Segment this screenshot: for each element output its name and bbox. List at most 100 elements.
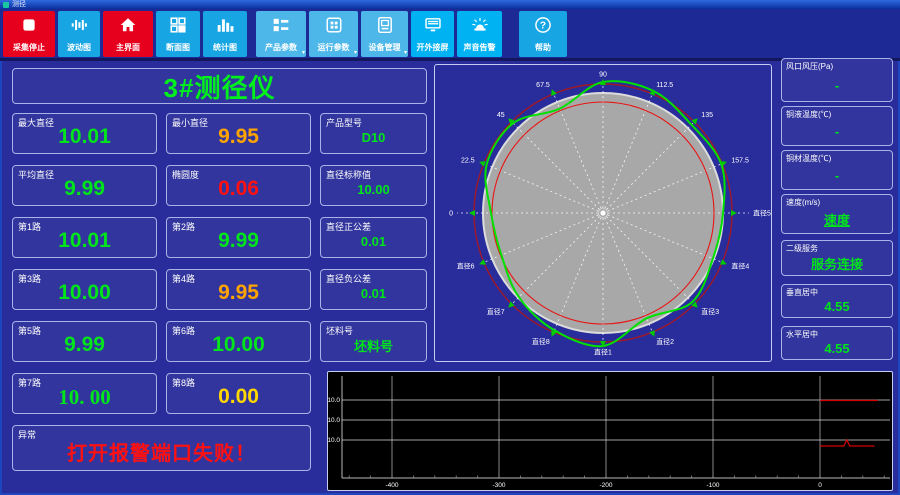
svg-text:157.5: 157.5 [731,157,749,164]
measure-cell-value: 10.00 [58,281,111,304]
app-window: 测径 采集停止 波动图 主界面 断面图 统计图 产品参数 ▾ 运行参数 ▾ 设备管理 ▾ 开外接屏 声音… [0,0,900,495]
toolbar-button-label: 设备管理 [368,43,401,52]
measure-cell-value: 9.95 [218,281,259,304]
svg-text:?: ? [540,20,546,31]
measure-cell-value: 0.00 [218,385,259,408]
status-panel-speed: 速度(m/s) 速度 [781,194,893,234]
cross-section-icon [169,16,187,34]
measure-cell-minus-tolerance: 直径负公差 0.01 [320,269,427,310]
measure-cell-plus-tolerance: 直径正公差 0.01 [320,217,427,258]
toolbar-button-sound-alarm[interactable]: 声音告警 [457,11,502,57]
cross-section-chart: 0 22.5 45 67.5 90 112.5 135 157.5 直径5 直径4 直径3 直径2 直径… [449,72,771,357]
measure-cell-ovality: 椭圆度 0.06 [166,165,311,206]
measure-cell-path-1: 第1路 10.01 [12,217,157,258]
measure-cell-product-model: 产品型号 D10 [320,113,427,154]
svg-text:-100: -100 [706,482,719,489]
svg-text:135: 135 [701,112,713,119]
toolbar-button-section-chart[interactable]: 断面图 [156,11,200,57]
trend-chart: 10.0 10.0 10.0 -400 -300 -200 -100 0 [328,376,890,489]
status-panel-level2-service: 二级服务 服务连接 [781,240,893,276]
waveform-icon [70,16,88,34]
measure-cell-min-diameter: 最小直径 9.95 [166,113,311,154]
toolbar-button-help[interactable]: ? 帮助 [519,11,567,57]
toolbar-button-main-screen[interactable]: 主界面 [103,11,153,57]
svg-text:22.5: 22.5 [461,157,475,164]
measure-cell-value: 0.06 [218,177,259,200]
svg-text:直径7: 直径7 [487,307,505,316]
measure-cell-value: 10.01 [58,229,111,252]
toolbar-button-product-params[interactable]: 产品参数 ▾ [256,11,306,57]
device-manage-icon [376,16,394,34]
svg-text:-300: -300 [492,482,505,489]
trend-chart-panel: 10.0 10.0 10.0 -400 -300 -200 -100 0 [327,371,893,491]
measure-cell-value: 坯料号 [353,338,393,354]
external-screen-icon [424,16,442,34]
status-panel-horizontal-center: 水平居中 4.55 [781,326,893,360]
svg-text:10.0: 10.0 [328,437,340,444]
measure-cell-value: 9.99 [64,177,105,200]
toolbar-button-label: 开外接屏 [416,43,449,52]
measure-cell-value: 10.00 [357,181,390,197]
status-panel-value[interactable]: 速度 [782,205,892,233]
status-panel-value: - [834,123,840,139]
svg-text:112.5: 112.5 [656,82,673,89]
measure-cell-value: 10. 00 [58,384,111,409]
status-panel-material-temp: 铜材温度(℃) - [781,150,893,190]
svg-text:0: 0 [818,482,822,489]
measure-cell-avg-diameter: 平均直径 9.99 [12,165,157,206]
toolbar-button-wave-chart[interactable]: 波动图 [58,11,100,57]
toolbar-button-label: 主界面 [116,43,140,52]
svg-text:0: 0 [449,211,453,218]
svg-text:45: 45 [497,112,505,119]
toolbar-button-label: 波动图 [67,43,91,52]
measure-cell-nominal-diameter: 直径标称值 10.00 [320,165,427,206]
alarm-icon [471,16,489,34]
toolbar-button-ext-screen[interactable]: 开外接屏 [411,11,454,57]
toolbar-button-stats-chart[interactable]: 统计图 [203,11,247,57]
bar-chart-icon [216,16,234,34]
toolbar-button-label: 断面图 [166,43,190,52]
svg-text:10.0: 10.0 [328,397,340,404]
status-panel-value: 4.55 [824,298,850,314]
measure-cell-value: 9.99 [218,229,259,252]
measure-cell-abnormal: 异常 打开报警端口失败！ [12,425,311,471]
toolbar-button-label: 声音告警 [463,43,496,52]
product-params-icon [272,16,290,34]
app-icon [3,1,9,8]
measure-cell-value: 10.01 [58,125,111,148]
help-icon: ? [534,16,552,34]
toolbar-button-stop-capture[interactable]: 采集停止 [3,11,55,57]
dropdown-caret-icon: ▾ [353,50,357,56]
measure-cell-value: 9.99 [64,333,105,356]
measure-cell-value: 10.00 [212,333,265,356]
svg-text:直径3: 直径3 [701,307,719,316]
measure-cell-path-2: 第2路 9.99 [166,217,311,258]
svg-text:直径4: 直径4 [731,262,749,271]
measure-cell-value: 9.95 [218,125,259,148]
svg-text:直径8: 直径8 [532,337,550,346]
toolbar-button-label: 产品参数 [265,43,297,52]
measure-cell-value: 打开报警端口失败！ [67,443,256,465]
status-panel-value: - [834,167,840,183]
run-params-icon [325,16,343,34]
toolbar-button-device-manage[interactable]: 设备管理 ▾ [361,11,408,57]
svg-text:直径5: 直径5 [753,209,771,218]
status-panel-value: 服务连接 [810,256,863,272]
dropdown-caret-icon: ▾ [301,50,305,56]
toolbar: 采集停止 波动图 主界面 断面图 统计图 产品参数 ▾ 运行参数 ▾ 设备管理 ▾ 开外接屏 声音告警?… [0,9,900,61]
toolbar-button-run-params[interactable]: 运行参数 ▾ [309,11,358,57]
gauge-title-panel: 3#测径仪 [12,68,427,104]
cross-section-panel: 0 22.5 45 67.5 90 112.5 135 157.5 直径5 直径4 直径3 直径2 直径… [434,64,772,362]
window-title: 测径 [12,1,26,8]
center-point [600,210,606,216]
status-panel-value: 4.55 [824,340,850,356]
svg-text:直径2: 直径2 [656,337,674,346]
stop-icon [20,16,38,34]
titlebar: 测径 [0,0,900,9]
measure-cell-path-3: 第3路 10.00 [12,269,157,310]
svg-text:-400: -400 [385,482,398,489]
measure-cell-value: D10 [361,129,386,145]
toolbar-button-label: 运行参数 [317,43,350,52]
toolbar-button-label: 采集停止 [13,43,45,52]
svg-text:67.5: 67.5 [536,82,550,89]
